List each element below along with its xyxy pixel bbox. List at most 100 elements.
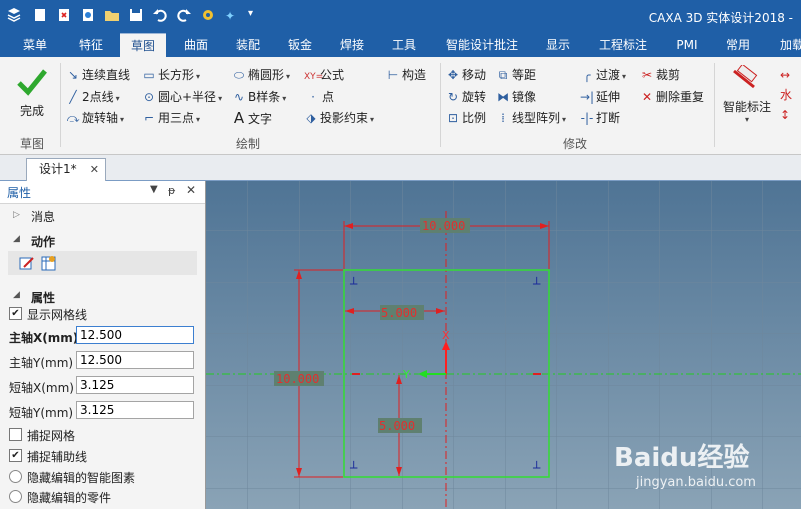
quick-access-dropdown-icon[interactable]: ▾ [248,8,253,19]
ellipse-button[interactable]: ⬭ 椭圆形 ▾ [232,65,290,85]
collapse-icon[interactable]: ◢ [13,234,20,244]
edit-action-icon[interactable] [18,254,36,272]
menu-tab-feature[interactable]: 特征 [66,33,116,57]
dimension-half-y-label: 5.000 [379,419,415,433]
snap-grid-checkbox[interactable] [9,428,22,441]
section-actions[interactable]: 动作 [31,233,55,250]
close-icon[interactable]: ✕ [90,159,99,180]
section-properties[interactable]: 属性 [31,289,55,306]
hide-part-radio[interactable] [9,490,22,503]
menu-tab-tools[interactable]: 工具 [380,33,428,57]
new-file-icon[interactable] [32,7,48,23]
finish-button[interactable]: 完成 [8,65,56,123]
menu-tab-sheetmetal[interactable]: 钣金 [276,33,324,57]
menu-tab-load[interactable]: 加载 [772,33,801,57]
section-messages[interactable]: 消息 [31,208,55,225]
group-label-modify: 修改 [562,137,587,151]
major-axis-y-field[interactable] [76,351,194,369]
menu-tab-weld[interactable]: 焊接 [328,33,376,57]
move-button[interactable]: ✥ 移动 [446,65,486,85]
menu-tab-menu[interactable]: 菜单 [12,33,58,57]
save-icon[interactable] [128,7,144,23]
hide-smart-label: 隐藏编辑的智能图素 [27,471,136,485]
scale-button[interactable]: ⊡ 比例 [446,108,486,128]
menu-tab-pmi[interactable]: PMI [668,33,706,57]
construct-button[interactable]: ⊢ 构造 [386,65,426,85]
menu-tab-assembly[interactable]: 装配 [224,33,272,57]
smart-dimension-icon [733,63,758,89]
app-logo-icon [7,8,21,22]
major-axis-x-field[interactable] [76,326,194,344]
mirror-button[interactable]: ⧓ 镜像 [496,87,536,107]
property-panel: 属性 ▼ ᵽ ✕ ▷ 消息 ◢ 动作 ◢ 属性 ✔ 显示网格线 主轴X(mm) … [0,181,206,509]
snap-aux-checkbox[interactable]: ✔ [9,449,22,462]
rotate-axis-button[interactable]: ⤼ 旋转轴 ▾ [66,108,124,128]
corner-marker: ┴ [532,276,541,291]
menu-tab-sketch[interactable]: 草图 [120,33,166,58]
open-folder-icon[interactable] [104,7,120,23]
linear-array-button[interactable]: ⁞ 线型阵列 ▾ [496,108,566,128]
close-file-icon[interactable] [56,7,72,23]
actions-toolbar [8,251,197,275]
minor-axis-x-field[interactable] [76,376,194,394]
sketch-drawing[interactable]: ┴ ┴ ┴ ┴ 10.000 10.000 5.000 5.000 X Y Ba… [206,181,801,509]
trim-button[interactable]: ✂ 裁剪 [640,65,680,85]
menu-tab-display[interactable]: 显示 [536,33,580,57]
corner-marker: ┴ [349,460,358,475]
table-action-icon[interactable] [40,254,58,272]
bspline-button[interactable]: ∿ B样条 ▾ [232,87,286,107]
settings-icon[interactable] [200,7,216,23]
svg-text:✦: ✦ [225,9,235,23]
three-point-button[interactable]: ⌐ 用三点 ▾ [142,108,200,128]
ribbon-separator [60,63,61,147]
sketch-canvas[interactable]: ┴ ┴ ┴ ┴ 10.000 10.000 5.000 5.000 X Y Ba… [206,181,801,509]
chevron-down-icon: ▾ [196,115,201,124]
projection-constraint-button[interactable]: ⬗ 投影约束 ▾ [304,108,374,128]
hide-smart-radio[interactable] [9,470,22,483]
panel-menu-icon[interactable]: ▼ [150,184,158,195]
polyline-icon: ↘ [67,68,79,82]
circle-button[interactable]: ⊙ 圆心+半径 ▾ [142,87,222,107]
menu-tab-engineering[interactable]: 工程标注 [592,33,654,57]
extend-button[interactable]: →| 延伸 [580,87,620,107]
document-tab[interactable]: 设计1* ✕ [26,158,106,181]
three-point-icon: ⌐ [143,111,155,125]
collapse-icon[interactable]: ◢ [13,290,20,300]
chevron-down-icon: ▾ [120,115,125,124]
show-grid-checkbox[interactable]: ✔ [9,307,22,320]
menu-tab-common[interactable]: 常用 [716,33,760,57]
scissors-icon: ✂ [641,68,653,82]
undo-icon[interactable] [152,7,168,23]
ribbon: 完成 草图 ↘ 连续直线 ▭ 长方形 ▾ ⬭ 椭圆形 ▾ XY=公式 ⊢ 构造 ╱ 2点线 ▾ … [0,57,801,155]
chevron-down-icon: ▾ [744,115,749,124]
rotate-button[interactable]: ↻ 旋转 [446,87,486,107]
more-annotation-tools[interactable]: ↔ 水 ↕ 竖 ⊾ 角 [780,65,801,129]
point-button[interactable]: · 点 [306,87,334,107]
offset-button[interactable]: ⧉ 等距 [496,65,536,85]
minor-axis-y-field[interactable] [76,401,194,419]
corner-marker: ┴ [532,460,541,475]
rectangle-button[interactable]: ▭ 长方形 ▾ [142,65,200,85]
offset-icon: ⧉ [498,68,508,82]
x-axis-label: X [442,329,450,342]
dimension-left-label: 10.000 [276,372,319,386]
chevron-down-icon: ▾ [622,72,627,81]
menu-tab-surface[interactable]: 曲面 [172,33,220,57]
title-bar: ✦ ▾ CAXA 3D 实体设计2018 - [0,0,801,33]
sparkle-icon[interactable]: ✦ [224,7,240,23]
break-button[interactable]: -|- 打断 [580,108,620,128]
panel-title: 属性 [7,186,32,200]
redo-icon[interactable] [176,7,192,23]
two-point-line-button[interactable]: ╱ 2点线 ▾ [66,87,119,107]
smart-dimension-button[interactable]: 智能标注 ▾ [720,63,774,131]
fillet-button[interactable]: ╭ 过渡 ▾ [580,65,626,85]
polyline-button[interactable]: ↘ 连续直线 [66,65,130,85]
menu-tab-smart-annotation[interactable]: 智能设计批注 [440,33,524,57]
import-icon[interactable] [80,7,96,23]
formula-button[interactable]: XY=公式 [304,65,344,85]
expand-icon[interactable]: ▷ [13,210,20,220]
close-icon[interactable]: ✕ [186,183,196,197]
delete-duplicate-button[interactable]: ✕ 删除重复 [640,87,704,107]
text-button[interactable]: A 文字 [232,108,272,128]
pin-icon[interactable]: ᵽ [168,184,175,197]
